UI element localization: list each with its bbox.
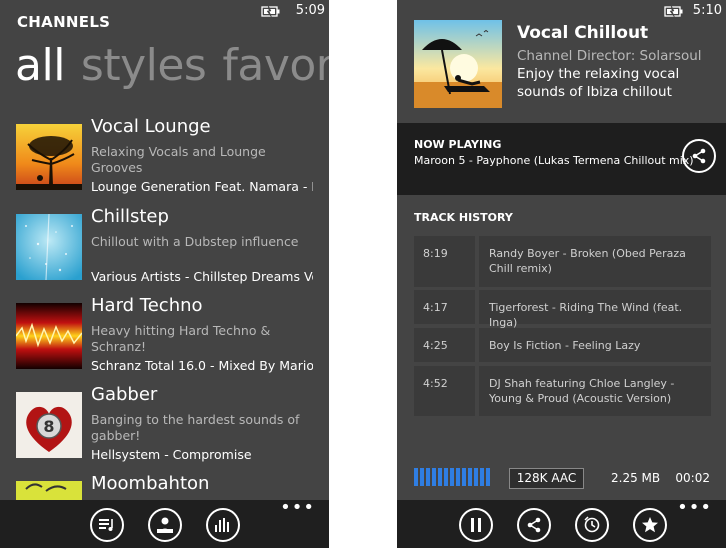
application-bar: ••• (397, 499, 726, 548)
channel-current-track: Lounge Generation Feat. Namara - Inner (91, 179, 313, 194)
channel-artwork (414, 20, 502, 108)
channel-thumbnail (16, 303, 82, 369)
more-options-button[interactable]: ••• (280, 499, 315, 517)
sleep-timer-icon (584, 516, 600, 533)
now-playing-heading: NOW PLAYING (414, 138, 502, 151)
channel-description: Chillout with a Dubstep influence (91, 234, 299, 249)
buffer-bar (486, 468, 490, 486)
sleep-timer-button[interactable] (575, 508, 609, 542)
buffer-bar (468, 468, 472, 486)
channel-description: Enjoy the relaxing vocal sounds of Ibiza… (517, 66, 680, 100)
buffer-bar (432, 468, 436, 486)
now-playing-screen: 5:10 Vocal Chillout Channel Director: So… (397, 0, 726, 548)
channel-item-chillstep[interactable]: Chillstep Chillout with a Dubstep influe… (16, 206, 329, 286)
favorite-star-icon (642, 517, 658, 533)
channel-item-hard-techno[interactable]: Hard Techno Heavy hitting Hard Techno & … (16, 295, 329, 375)
history-row[interactable]: 4:25 Boy Is Fiction - Feeling Lazy (414, 328, 711, 362)
channel-thumbnail (16, 214, 82, 280)
channel-current-track: Schranz Total 16.0 - Mixed By Mario Rani… (91, 358, 313, 373)
channels-screen: 5:09 CHANNELS all styles favorites Vocal L… (0, 0, 329, 548)
buffer-bar (426, 468, 430, 486)
application-bar: ••• (0, 499, 329, 548)
buffer-bar (420, 468, 424, 486)
history-track-title: Tigerforest - Riding The Wind (feat. Ing… (479, 290, 711, 329)
channel-item-gabber[interactable]: 8 Gabber Banging to the hardest sounds o… (16, 384, 329, 464)
battery-charging-icon (664, 5, 683, 18)
buffer-bar (462, 468, 466, 486)
channel-director: Channel Director: Solarsoul (517, 48, 702, 64)
equalizer-button[interactable] (206, 508, 240, 542)
equalizer-icon (215, 518, 229, 532)
history-row[interactable]: 4:17 Tigerforest - Riding The Wind (feat… (414, 290, 711, 329)
channel-description: Relaxing Vocals and Lounge Grooves (91, 144, 266, 175)
channel-description: Banging to the hardest sounds of gabber! (91, 412, 300, 443)
history-track-time: 8:19 (414, 236, 475, 287)
bitrate-badge: 128K AAC (509, 468, 584, 489)
favorite-button[interactable] (633, 508, 667, 542)
player-status-line: 128K AAC 2.25 MB 00:02 (397, 462, 726, 489)
channel-item-vocal-lounge[interactable]: Vocal Lounge Relaxing Vocals and Lounge … (16, 116, 329, 196)
channel-name: Moombahton (91, 473, 210, 494)
now-playing-track: Maroon 5 - Payphone (Lukas Termena Chill… (414, 154, 694, 167)
buffer-bar (450, 468, 454, 486)
buffer-bar (474, 468, 478, 486)
buffer-bar (438, 468, 442, 486)
channel-name: Chillstep (91, 206, 169, 227)
elapsed-time: 00:02 (675, 471, 710, 485)
status-bar: 5:10 (397, 0, 726, 22)
dj-icon (157, 517, 173, 533)
buffer-bar (414, 468, 418, 486)
channel-title: Vocal Chillout (517, 23, 649, 43)
share-button[interactable] (517, 508, 551, 542)
share-track-button[interactable] (682, 139, 716, 173)
channel-thumbnail (16, 124, 82, 190)
playlist-button[interactable] (90, 508, 124, 542)
buffer-meter (414, 468, 490, 486)
pivot-favorites[interactable]: favorites (222, 40, 329, 91)
panorama-title: CHANNELS (17, 13, 111, 31)
channel-current-track: Various Artists - Chillstep Dreams Vol. … (91, 269, 313, 284)
history-track-title: Randy Boyer - Broken (Obed Peraza Chill … (479, 236, 711, 287)
pause-icon (471, 518, 481, 532)
share-icon (527, 517, 541, 533)
buffer-bar (480, 468, 484, 486)
now-playing-panel: NOW PLAYING Maroon 5 - Payphone (Lukas T… (397, 123, 726, 195)
channel-name: Vocal Lounge (91, 116, 211, 137)
buffer-bar (456, 468, 460, 486)
clock: 5:09 (295, 3, 325, 18)
playlist-icon (99, 519, 113, 531)
share-icon (692, 148, 706, 164)
history-track-time: 4:52 (414, 366, 475, 416)
svg-text:8: 8 (43, 417, 54, 436)
history-track-title: Boy Is Fiction - Feeling Lazy (479, 328, 711, 362)
clock: 5:10 (692, 3, 722, 18)
pause-button[interactable] (459, 508, 493, 542)
pivot-header: all styles favorites (15, 38, 329, 94)
history-track-time: 4:25 (414, 328, 475, 362)
channel-name: Gabber (91, 384, 158, 405)
channel-current-track: Hellsystem - Compromise (91, 447, 252, 462)
channel-description: Heavy hitting Hard Techno & Schranz! (91, 323, 271, 354)
channel-thumbnail: 8 (16, 392, 82, 458)
buffer-bar (444, 468, 448, 486)
history-row[interactable]: 4:52 DJ Shah featuring Chloe Langley - Y… (414, 366, 711, 416)
pivot-all[interactable]: all (15, 40, 65, 91)
more-options-button[interactable]: ••• (677, 499, 712, 517)
history-track-time: 4:17 (414, 290, 475, 324)
battery-charging-icon (261, 5, 280, 18)
history-row[interactable]: 8:19 Randy Boyer - Broken (Obed Peraza C… (414, 236, 711, 287)
dj-button[interactable] (148, 508, 182, 542)
track-history-heading: TRACK HISTORY (414, 211, 513, 224)
history-track-title: DJ Shah featuring Chloe Langley - Young … (479, 366, 711, 416)
data-size: 2.25 MB (611, 471, 661, 485)
channel-name: Hard Techno (91, 295, 203, 316)
pivot-styles[interactable]: styles (81, 40, 207, 91)
